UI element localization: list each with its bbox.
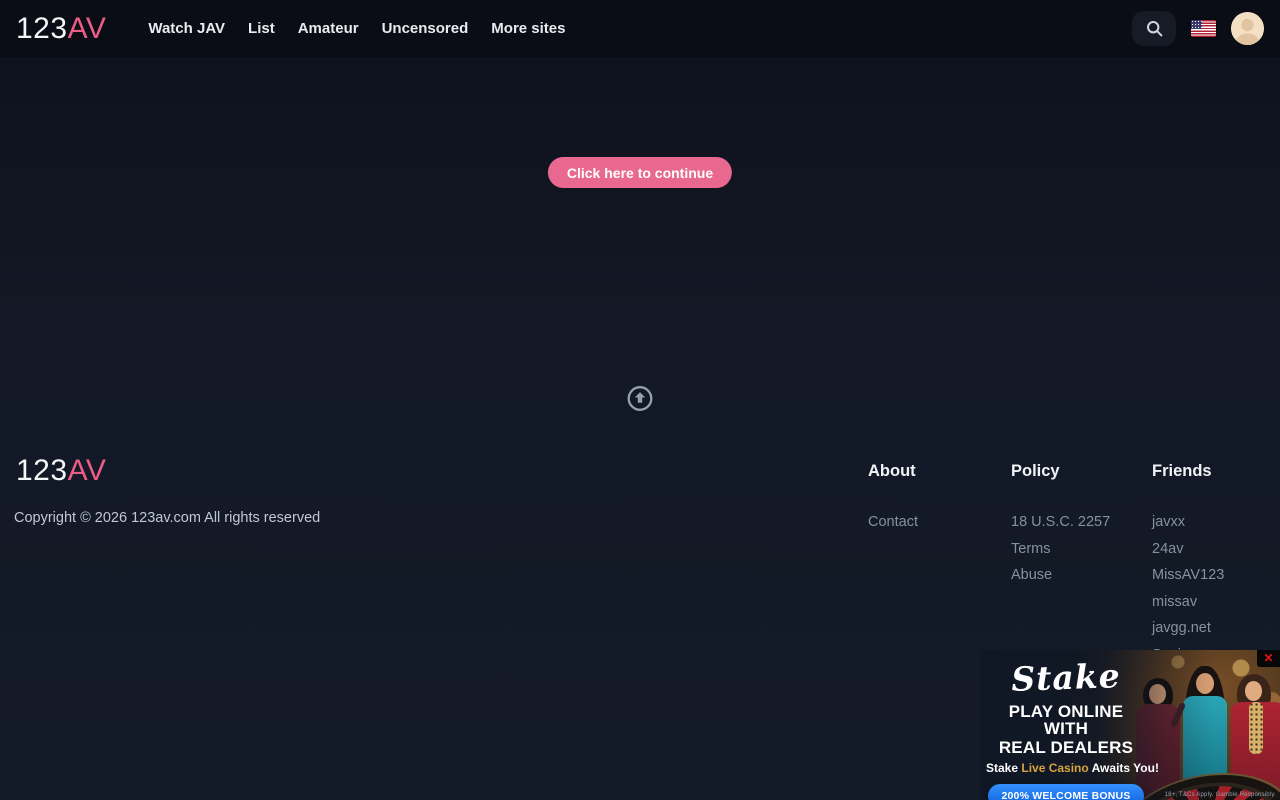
footer-link-javxx[interactable]: javxx: [1152, 509, 1224, 536]
footer-link-24av[interactable]: 24av: [1152, 536, 1224, 563]
footer-column-about: About Contact: [868, 462, 918, 536]
footer-link-contact[interactable]: Contact: [868, 509, 918, 536]
navbar-right: [1132, 11, 1264, 46]
logo-text-suffix: AV: [68, 12, 107, 45]
user-silhouette-icon: [1231, 12, 1264, 45]
search-icon: [1146, 20, 1163, 37]
ad-headline-line1: PLAY ONLINE WITH: [986, 703, 1146, 737]
footer-column-friends: Friends javxx 24av MissAV123 missav javg…: [1152, 462, 1224, 669]
ad-subline: Stake Live Casino Awaits You!: [986, 761, 1146, 775]
ad-content: Stake PLAY ONLINE WITH REAL DEALERS Stak…: [986, 660, 1146, 800]
copyright-text: Copyright © 2026 123av.com All rights re…: [14, 510, 320, 526]
footer-link-missav123[interactable]: MissAV123: [1152, 562, 1224, 589]
ad-headline-line2: REAL DEALERS: [986, 739, 1146, 756]
nav-item-list[interactable]: List: [248, 14, 275, 43]
site-logo[interactable]: 123AV: [16, 14, 106, 44]
nav-item-amateur[interactable]: Amateur: [298, 14, 359, 43]
footer-link-javgg[interactable]: javgg.net: [1152, 615, 1224, 642]
footer-column-policy: Policy 18 U.S.C. 2257 Terms Abuse: [1011, 462, 1110, 589]
footer-link-2257[interactable]: 18 U.S.C. 2257: [1011, 509, 1110, 536]
search-button[interactable]: [1132, 11, 1176, 46]
us-flag-icon[interactable]: [1191, 20, 1216, 37]
footer-column-title: About: [868, 462, 918, 481]
close-icon: ✕: [1263, 651, 1273, 665]
back-to-top-button[interactable]: [627, 385, 654, 415]
navbar: 123AV Watch JAV List Amateur Uncensored …: [0, 0, 1280, 57]
user-avatar[interactable]: [1231, 12, 1264, 45]
ad-disclaimer: 18+, T&Cs Apply. Gamble Responsibly.: [1165, 792, 1276, 798]
footer-link-terms[interactable]: Terms: [1011, 536, 1110, 563]
footer-logo-prefix: 123: [16, 454, 68, 487]
page-root: 123AV Watch JAV List Amateur Uncensored …: [0, 0, 1280, 800]
nav-item-more-sites[interactable]: More sites: [491, 14, 565, 43]
ad-sub-prefix: Stake: [986, 761, 1021, 775]
ad-close-button[interactable]: ✕: [1257, 650, 1280, 667]
logo-text-prefix: 123: [16, 12, 68, 45]
footer-column-title: Friends: [1152, 462, 1224, 481]
arrow-up-circle-icon: [627, 385, 654, 412]
nav-item-watch-jav[interactable]: Watch JAV: [148, 14, 225, 43]
main-nav: Watch JAV List Amateur Uncensored More s…: [148, 14, 565, 43]
footer-logo-suffix: AV: [68, 454, 107, 487]
nav-item-uncensored[interactable]: Uncensored: [382, 14, 469, 43]
stake-logo: Stake: [985, 657, 1146, 699]
footer-link-abuse[interactable]: Abuse: [1011, 562, 1110, 589]
ad-sub-suffix: Awaits You!: [1089, 761, 1159, 775]
continue-button[interactable]: Click here to continue: [548, 157, 732, 188]
ad-cta-button[interactable]: 200% WELCOME BONUS: [988, 784, 1143, 800]
footer-logo[interactable]: 123AV: [16, 456, 106, 486]
footer-link-missav[interactable]: missav: [1152, 589, 1224, 616]
ad-banner[interactable]: Stake PLAY ONLINE WITH REAL DEALERS Stak…: [980, 650, 1280, 800]
footer-column-title: Policy: [1011, 462, 1110, 481]
ad-sub-highlight: Live Casino: [1021, 761, 1088, 775]
